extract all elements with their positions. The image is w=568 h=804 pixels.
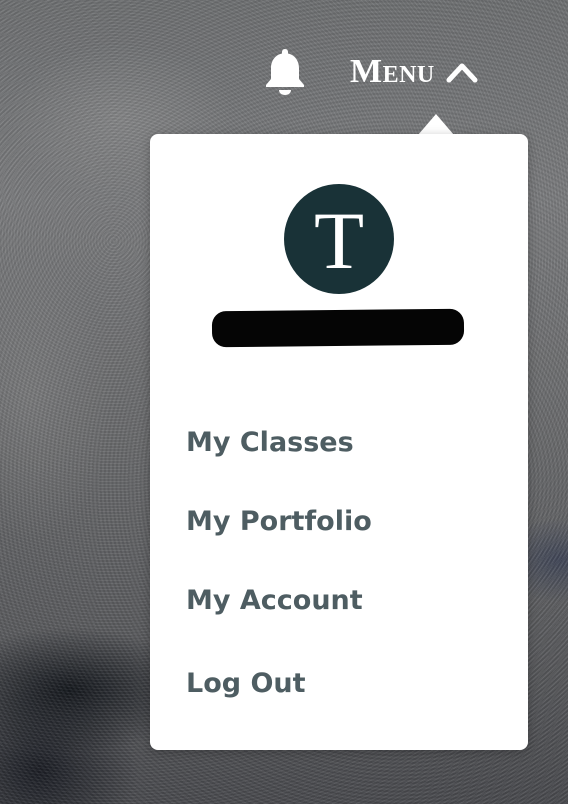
menu-toggle-button[interactable]: Menu	[350, 52, 479, 92]
menu-item-my-classes[interactable]: My Classes	[186, 418, 372, 497]
user-menu-dropdown: T My Classes My Portfolio My Account Log…	[150, 134, 528, 750]
chevron-up-icon	[446, 63, 478, 83]
avatar-initial: T	[313, 195, 365, 286]
bell-icon[interactable]	[262, 46, 308, 96]
menu-item-my-portfolio[interactable]: My Portfolio	[186, 497, 372, 576]
dropdown-caret	[418, 114, 454, 135]
avatar[interactable]: T	[284, 184, 394, 294]
menu-item-log-out[interactable]: Log Out	[186, 659, 372, 738]
menu-item-my-account[interactable]: My Account	[186, 576, 372, 655]
menu-list: My Classes My Portfolio My Account Log O…	[186, 418, 372, 738]
top-bar: Menu	[0, 42, 568, 102]
redacted-user-name	[211, 308, 465, 348]
menu-label: Menu	[350, 53, 435, 90]
